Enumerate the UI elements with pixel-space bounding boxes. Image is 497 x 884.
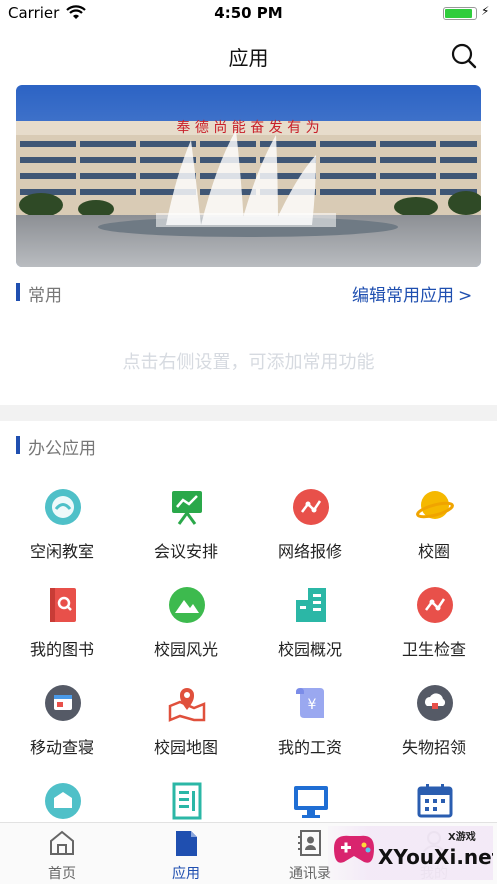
planet-icon (416, 491, 454, 519)
classroom-icon (45, 489, 81, 525)
common-section-title: 常用 (28, 286, 62, 306)
common-apps-hint: 点击右侧设置，可添加常用功能 (122, 352, 375, 373)
monitor-icon (294, 786, 328, 818)
app-label: 卫生检查 (401, 640, 466, 659)
tab-apps[interactable]: 应用 (124, 823, 248, 884)
navigation-bar: 应用 (0, 28, 497, 82)
app-label: 网络报修 (277, 542, 342, 561)
calendar-icon (417, 784, 453, 818)
charging-icon: ⚡ (481, 4, 490, 18)
contacts-icon (298, 830, 321, 856)
dorm-check-icon (45, 685, 81, 721)
chevron-right-icon: > (458, 286, 473, 306)
battery-icon (443, 7, 477, 20)
section-divider (0, 405, 497, 421)
campus-banner[interactable]: 奉 德 尚 能 奋 发 有 为 (16, 85, 481, 267)
app-label: 校园地图 (153, 738, 218, 757)
app-label: 校圈 (417, 542, 450, 561)
status-bar: Carrier 4:50 PM ⚡ (0, 0, 497, 28)
scenery-icon (169, 587, 205, 623)
svg-text:XYouXi.net: XYouXi.net (378, 845, 493, 869)
app-label: 我的图书 (29, 640, 94, 659)
app-label: 我的工资 (277, 738, 342, 757)
app-label: 校园风光 (153, 640, 218, 659)
inbox-icon (45, 783, 81, 819)
tab-label: 首页 (48, 866, 76, 882)
clock: 4:50 PM (214, 4, 283, 22)
page-title: 应用 (228, 46, 269, 70)
tab-home[interactable]: 首页 (0, 823, 124, 884)
network-repair-icon (293, 489, 329, 525)
section-marker (16, 283, 20, 301)
map-icon (168, 688, 206, 722)
building-sign: 奉 德 尚 能 奋 发 有 为 (176, 120, 319, 136)
svg-text:¥: ¥ (308, 697, 317, 713)
app-label: 移动查寝 (29, 738, 94, 757)
document-icon (172, 782, 202, 820)
meeting-icon (172, 491, 202, 525)
app-label: 会议安排 (153, 542, 218, 561)
health-check-icon (417, 587, 453, 623)
office-section-title: 办公应用 (28, 439, 96, 459)
apps-icon (176, 831, 197, 856)
app-label: 失物招领 (401, 738, 466, 757)
site-watermark: X游戏 XYouXi.net (328, 826, 493, 880)
home-icon (50, 830, 74, 855)
salary-icon: ¥ (296, 688, 324, 718)
lost-found-icon (417, 685, 453, 721)
book-icon (50, 588, 76, 622)
edit-common-apps-label: 编辑常用应用 (352, 286, 454, 306)
buildings-icon (296, 588, 326, 622)
edit-common-apps-link[interactable]: 编辑常用应用 > (352, 281, 472, 306)
tab-label: 应用 (172, 866, 200, 882)
app-label: 空闲教室 (29, 542, 94, 561)
campus-photo: 奉 德 尚 能 奋 发 有 为 (16, 85, 481, 267)
section-marker (16, 436, 20, 454)
app-label: 校园概况 (277, 640, 342, 659)
svg-text:X游戏: X游戏 (448, 830, 476, 843)
search-icon[interactable] (450, 42, 478, 70)
